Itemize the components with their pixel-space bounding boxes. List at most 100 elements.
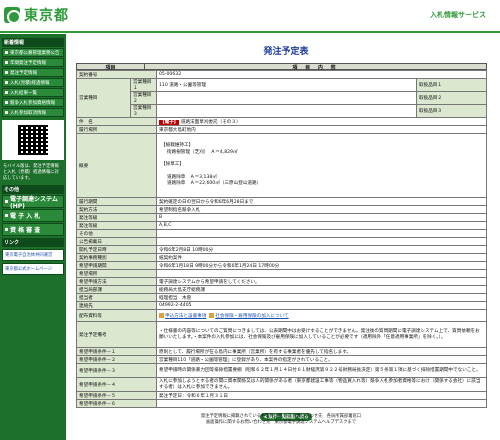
doc-link-insurance[interactable]: 社会保険・雇用保険の加入について [215,314,288,319]
row-value: 入札に参加しようとする者の間に資本関係又は人的関係がある者（東京都建設工事等（物… [156,377,487,392]
table-row: 履行期間 契約確定の日の翌日から令和6年6月28日まで [76,197,487,206]
row-value: 契約確定の日の翌日から令和6年6月28日まで [156,197,487,206]
electronic-badge: 【電子】 [159,119,180,125]
sidebar-section-links: リンク [2,238,64,247]
footer-line: 画面操作に関するお問い合わせ先 東京都電子調達システムヘルプデスクまで [205,420,357,425]
header-content: 項 目 内 容 [292,65,339,71]
row-label: 開札予定日時 [76,245,157,254]
row-value: 発注予定日：令和６年１月３１日 [156,391,487,400]
row-value: 希望制指名競争入札 [156,205,487,214]
table-row: 希望申請条件－５ 発注予定日：令和６年１月３１日 [76,391,487,400]
sidebar-item-label: 競争入札参加資格情報 [10,100,55,106]
table-row: 開札予定日時 令和6年2月8日 10時00分 [76,245,487,254]
row-label: 希望申請条件－３ [76,363,157,378]
row-value [156,104,417,118]
row-value: 原則として、履行場所が在る島内に事業所（営業所）を有する事業者を優先して指名しま… [156,347,487,356]
table-header: 項目 項 目 内 容 [76,63,487,71]
row-label: 希望申請条件－２ [76,355,157,364]
table-row: 担当者 経理担当 木曽 [76,293,487,302]
page-title: 発注予定表 [263,47,309,57]
row-value: 05-00632 [156,70,487,79]
row-label: 発注等級 [76,213,157,222]
row-value: ・仕様書の内容等についてのご質問につきましては、公表期間中はお受けすることができ… [156,321,487,348]
sidebar-item-e-procurement[interactable]: 電子調達システム(HP) [2,195,64,210]
sidebar-item-order-plan[interactable]: 発注予定情報 [2,68,64,77]
row-label: 履行期間 [76,197,157,206]
row-value [156,91,417,105]
row-label: 公告掲載日 [76,237,157,246]
pdf-icon [209,312,215,318]
table-row: 履行場所 東京都大島町地内 [76,125,487,134]
row-sublabel: 営業種目１ [130,78,157,92]
table-row: 発注予定備考 ・仕様書の内容等についてのご質問につきましては、公表期間中はお受けす… [76,321,487,348]
table-row: 希望申請条件－６ [76,399,487,408]
sidebar-item-qualification-review[interactable]: 資 格 審 査 [2,223,64,236]
row-value [156,269,487,278]
row-label: 契約事務種別 [76,253,157,262]
bullet-icon [5,91,8,94]
bullet-icon [5,61,8,64]
tokyo-emblem-icon [4,7,21,24]
row-label: 契約方法 [76,205,157,214]
row-label: 契約番号 [76,70,157,79]
row-sublabel: 営業種目２ [130,91,157,105]
row-tag: 取扱品目２ [416,91,487,105]
bullet-icon [5,51,8,54]
sidebar-item-label: 入札結果一覧 [10,90,37,96]
bullet-icon [5,200,8,203]
row-label: 希望場所 [76,269,157,278]
qr-code-panel [2,120,64,160]
table-row: 営業種目２ 取扱品目２ [77,91,487,105]
row-value: 【電子】 道路法面草刈委託（その３） [156,117,487,126]
sidebar-item-label: 発注予定情報 [10,70,37,76]
row-label: 件 名 [76,117,157,126]
doc-link-application[interactable]: 申込方法と設書事項 [165,314,206,319]
row-value: 総務局大島支庁総務課 [156,285,487,294]
sidebar-item-annual-plan[interactable]: 年間発注予定情報 [2,58,64,67]
sidebar: 新着情報 東京都公募管理業務公告 年間発注予定情報 発注予定情報 入札(見積)経… [0,34,66,440]
sidebar-item-label: 電 子 入 札 [10,213,41,220]
table-row: 希望申請条件－２ 営業種目110「道路・公園等管理」に登録があり、本案件の指定がさ… [76,355,487,364]
row-label: 希望申請方法 [76,277,157,286]
tokyo-logo[interactable]: 東京都 [4,6,69,24]
row-sublabel: 営業種目３ [130,104,157,118]
table-row: 希望場所 [76,269,487,278]
row-label: 希望申請条件－４ [76,377,157,392]
row-value: 紙契約案件 [156,253,487,262]
bullet-icon [5,101,8,104]
row-label: 営業種目 [76,78,131,118]
sidebar-item-cancellation[interactable]: 入札参加取消情報 [2,108,64,117]
table-row: 件 名【電子】 道路法面草刈委託（その３） [76,117,487,126]
row-label: 担当者 [76,293,157,302]
row-value: 04992-2-4405 [156,301,487,310]
table-row: 営業種目３ 取扱品目３ [77,104,487,118]
bullet-icon [5,214,8,217]
sidebar-item-bid-progress[interactable]: 入札(見積)経過情報 [2,78,64,87]
bullet-icon [5,81,8,84]
row-value: 令和6年2月8日 10時00分 [156,245,487,254]
link-tokyo-official[interactable]: 東京都公式ホームページ [2,263,64,275]
pdf-icon [159,312,164,318]
row-label: 希望申請期間 [76,261,157,270]
table-row: 概要 【植栽維持工】 街路樹管理（芝刈） Ａ＝4,829㎡ 【除草工】 道路除草… [76,133,487,198]
logo-text: 東京都 [24,8,69,24]
sidebar-item-e-bid[interactable]: 電 子 入 札 [2,209,64,222]
site-header: 東京都 入札情報サービス [0,0,500,30]
table-row: 営業種目 営業種目１ 110 道路・公園等管理 取扱品目１ [76,78,487,118]
row-value: 電子調達システムから希望申請をしてください。 [156,277,487,286]
row-label: 概要 [76,133,157,198]
sidebar-item-label: 入札(見積)経過情報 [10,80,50,86]
sidebar-item-notices[interactable]: 東京都公募管理業務公告 [2,48,64,57]
table-row: 希望申請条件－３ 希望申請時の関係暴力団等排除措置要綱（昭和６２年１月１４日付６１… [76,363,487,378]
main-content: 発注予定表 項目 項 目 内 容 契約番号 05-00632 営業種目 営業種目１ 1… [76,34,496,440]
sidebar-item-bid-results[interactable]: 入札結果一覧 [2,88,64,97]
link-e-gov[interactable]: 東京電子自治体共同運営 [2,249,64,261]
table-row: 担当局部課 総務局大島支庁総務課 [76,285,487,294]
bullet-icon [5,111,8,114]
row-value [156,237,487,246]
row-label: 希望申請条件－５ [76,391,157,400]
qr-code-icon [18,125,48,155]
header-divider [0,31,500,33]
sidebar-item-qualification[interactable]: 競争入札参加資格情報 [2,98,64,107]
row-value: 【植栽維持工】 街路樹管理（芝刈） Ａ＝4,829㎡ 【除草工】 道路除草 Ａ＝… [156,133,487,198]
